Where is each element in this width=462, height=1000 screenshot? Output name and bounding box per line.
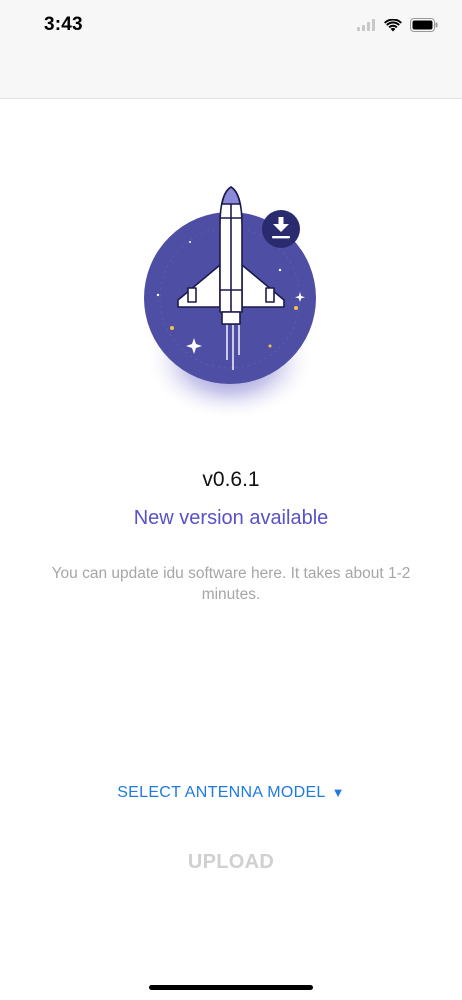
dropdown-caret-icon: ▼ — [331, 785, 345, 800]
status-bar: 3:43 — [0, 0, 462, 99]
new-version-heading: New version available — [133, 507, 329, 529]
home-indicator[interactable] — [149, 985, 313, 990]
version-label: v0.6.1 — [202, 468, 260, 491]
upload-button[interactable]: UPLOAD — [0, 851, 462, 874]
update-screen: 3:43 v0.6.1 New version available You ca… — [0, 0, 462, 1000]
select-antenna-model-button[interactable]: SELECT ANTENNA MODEL ▼ — [0, 784, 462, 802]
status-time: 3:43 — [44, 14, 83, 35]
signal-icon — [357, 19, 375, 31]
battery-icon — [410, 18, 438, 32]
status-icons — [357, 14, 438, 36]
select-antenna-label: SELECT ANTENNA MODEL — [117, 784, 326, 801]
rocket-illustration — [144, 186, 316, 420]
update-description: You can update idu software here. It tak… — [51, 565, 411, 603]
wifi-icon — [384, 18, 402, 31]
download-badge — [262, 210, 300, 248]
